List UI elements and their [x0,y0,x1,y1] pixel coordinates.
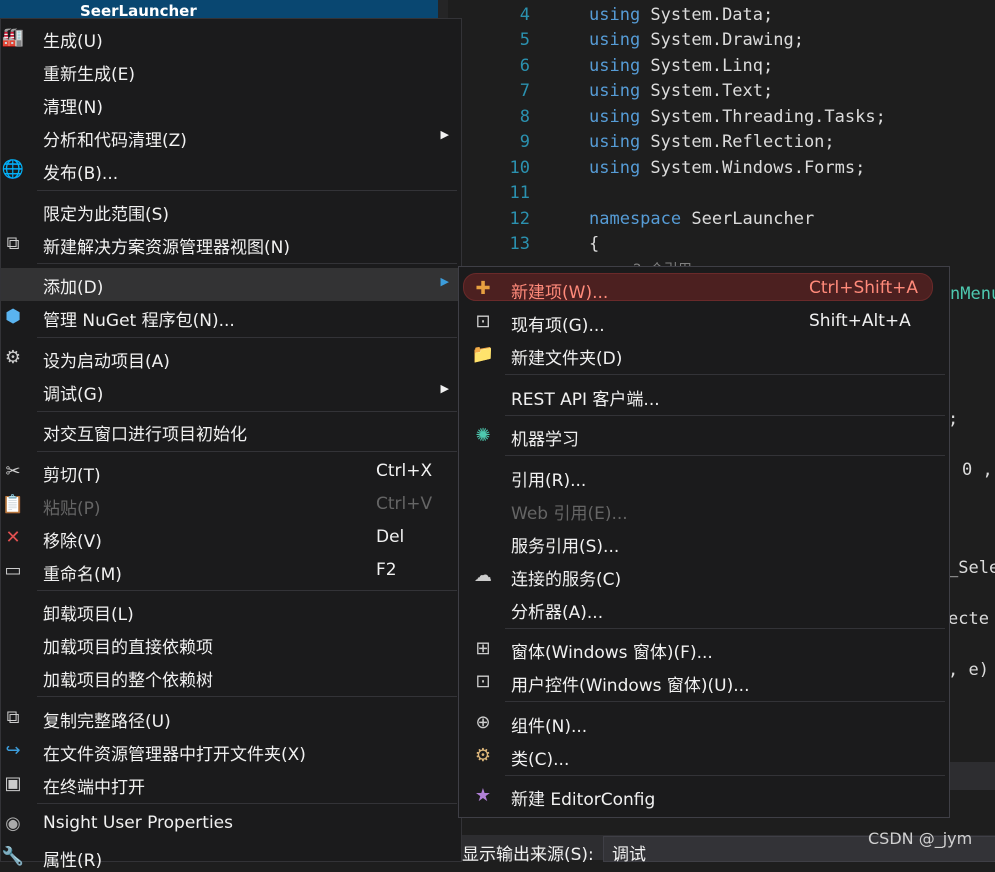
menu-separator [37,590,457,591]
menu-item-add[interactable]: 添加(D) ▶ [1,268,461,301]
submenu-item-analyzer[interactable]: 分析器(A)... [459,593,949,624]
code-line: using System.Drawing; [589,30,804,50]
menu-item-paste[interactable]: 📋 粘贴(P) Ctrl+V [1,489,461,520]
open-folder-icon: ↪ [5,739,21,761]
menu-item-nsight[interactable]: ◉ Nsight User Properties [1,808,461,839]
submenu-item-editorconfig[interactable]: ★ 新建 EditorConfig [459,780,949,811]
watermark: CSDN @_jym [868,829,973,848]
submenu-arrow-icon: ▶ [440,275,449,288]
menu-item-analyze[interactable]: 分析和代码清理(Z) ▶ [1,121,461,152]
menu-item-rename[interactable]: ▭ 重命名(M) F2 [1,555,461,586]
menu-item-build[interactable]: 🏭 生成(U) [1,22,461,53]
menu-item-copy-path[interactable]: ⧉ 复制完整路径(U) [1,702,461,733]
submenu-item-web-reference[interactable]: Web 引用(E)... [459,494,949,525]
code-fragment: 0 , [962,460,993,480]
menu-item-interactive-init[interactable]: 对交互窗口进行项目初始化 [1,415,461,446]
terminal-icon: ▣ [4,772,22,794]
component-icon: ⊕ [475,711,491,733]
menu-item-load-dep-tree[interactable]: 加载项目的整个依赖树 [1,661,461,692]
add-submenu: ✚ 新建项(W)... Ctrl+Shift+A ⊡ 现有项(G)... Shift+A… [458,266,950,818]
menu-item-properties[interactable]: 🔧 属性(R) [1,841,461,872]
submenu-item-rest-client[interactable]: REST API 客户端... [459,380,949,411]
menu-item-open-folder[interactable]: ↪ 在文件资源管理器中打开文件夹(X) [1,735,461,766]
ml-icon: ✺ [475,424,491,446]
form-icon: ⊞ [475,637,491,659]
menu-separator [505,374,945,375]
code-line: using System.Threading.Tasks; [589,107,886,127]
menu-separator [505,775,945,776]
menu-separator [37,696,457,697]
class-icon: ⚙ [474,744,492,766]
nsight-icon: ◉ [5,812,21,834]
submenu-arrow-icon: ▶ [440,128,449,141]
menu-separator [37,263,457,264]
paste-icon: 📋 [1,493,25,515]
build-icon: 🏭 [1,26,25,48]
project-context-menu: 🏭 生成(U) 重新生成(E) 清理(N) 分析和代码清理(Z) ▶ 🌐 发布(B).… [0,18,462,871]
existing-item-icon: ⊡ [475,310,491,332]
new-item-icon: ✚ [475,277,491,299]
gear-icon: ⚙ [4,346,22,368]
menu-separator [505,415,945,416]
menu-separator [37,803,457,804]
nuget-icon: ⬢ [5,305,21,327]
code-line: using System.Text; [589,81,774,101]
connected-service-icon: ☁ [474,564,492,586]
menu-item-set-startup[interactable]: ⚙ 设为启动项目(A) [1,342,461,373]
menu-item-scope[interactable]: 限定为此范围(S) [1,195,461,226]
menu-item-publish[interactable]: 🌐 发布(B)... [1,154,461,185]
menu-item-remove[interactable]: ✕ 移除(V) Del [1,522,461,553]
publish-icon: 🌐 [1,158,25,180]
submenu-item-form[interactable]: ⊞ 窗体(Windows 窗体)(F)... [459,633,949,664]
menu-separator [505,628,945,629]
menu-separator [37,337,457,338]
menu-item-nuget[interactable]: ⬢ 管理 NuGet 程序包(N)... [1,301,461,332]
submenu-item-component[interactable]: ⊕ 组件(N)... [459,707,949,738]
menu-separator [37,190,457,191]
code-fragment: nMenu [950,284,995,304]
user-control-icon: ⊡ [475,670,491,692]
submenu-item-existing-item[interactable]: ⊡ 现有项(G)... Shift+Alt+A [459,306,949,337]
copy-path-icon: ⧉ [6,706,20,728]
menu-item-new-view[interactable]: ⧉ 新建解决方案资源管理器视图(N) [1,228,461,259]
wrench-icon: 🔧 [1,845,25,867]
menu-item-cut[interactable]: ✂ 剪切(T) Ctrl+X [1,456,461,487]
code-line: using System.Reflection; [589,132,835,152]
menu-separator [505,701,945,702]
menu-item-rebuild[interactable]: 重新生成(E) [1,55,461,86]
menu-item-open-terminal[interactable]: ▣ 在终端中打开 [1,768,461,799]
code-line: namespace SeerLauncher [589,209,815,229]
menu-separator [505,455,945,456]
new-view-icon: ⧉ [6,232,20,254]
rename-icon: ▭ [4,559,22,581]
submenu-item-new-item[interactable]: ✚ 新建项(W)... Ctrl+Shift+A [459,273,949,304]
menu-item-unload[interactable]: 卸载项目(L) [1,595,461,626]
submenu-item-new-folder[interactable]: 📁 新建文件夹(D) [459,339,949,370]
menu-item-debug[interactable]: 调试(G) ▶ [1,375,461,406]
submenu-item-reference[interactable]: 引用(R)... [459,461,949,492]
submenu-item-user-control[interactable]: ⊡ 用户控件(Windows 窗体)(U)... [459,666,949,697]
code-line: using System.Windows.Forms; [589,158,866,178]
menu-item-clean[interactable]: 清理(N) [1,88,461,119]
submenu-item-service-reference[interactable]: 服务引用(S)... [459,527,949,558]
code-line: using System.Linq; [589,56,774,76]
remove-icon: ✕ [5,526,21,548]
code-line: using System.Data; [589,5,774,25]
new-folder-icon: 📁 [471,343,495,365]
output-source-label: 显示输出来源(S): [462,845,594,865]
menu-separator [37,451,457,452]
submenu-item-connected-service[interactable]: ☁ 连接的服务(C) [459,560,949,591]
code-fragment: , e) [948,660,989,680]
editorconfig-icon: ★ [474,784,492,806]
code-fragment: ecte [948,609,989,629]
submenu-arrow-icon: ▶ [440,382,449,395]
code-fragment: _Sele [948,558,995,578]
submenu-item-class[interactable]: ⚙ 类(C)... [459,740,949,771]
menu-separator [37,411,457,412]
submenu-item-ml[interactable]: ✺ 机器学习 [459,420,949,451]
cut-icon: ✂ [5,460,21,482]
code-line: { [589,234,600,254]
menu-item-load-direct-deps[interactable]: 加载项目的直接依赖项 [1,628,461,659]
